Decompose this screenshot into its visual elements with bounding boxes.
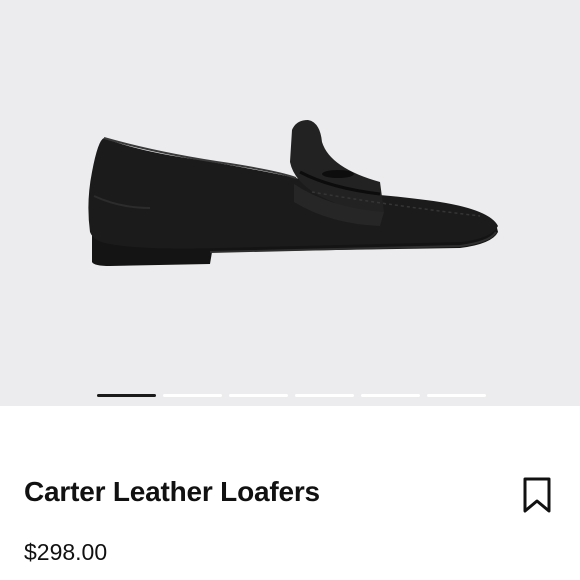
gallery-dot-6[interactable] [427,394,486,397]
gallery-dot-3[interactable] [229,394,288,397]
gallery-dot-1[interactable] [97,394,156,397]
product-name: Carter Leather Loafers [24,476,320,507]
product-price: $298.00 [24,539,108,565]
gallery-dot-2[interactable] [163,394,222,397]
product-image [88,120,499,266]
bookmark-button[interactable] [516,474,558,516]
gallery-dot-4[interactable] [295,394,354,397]
gallery-dot-5[interactable] [361,394,420,397]
product-image-gallery[interactable] [0,0,580,406]
gallery-pagination[interactable] [97,394,486,397]
bookmark-icon [523,477,551,513]
